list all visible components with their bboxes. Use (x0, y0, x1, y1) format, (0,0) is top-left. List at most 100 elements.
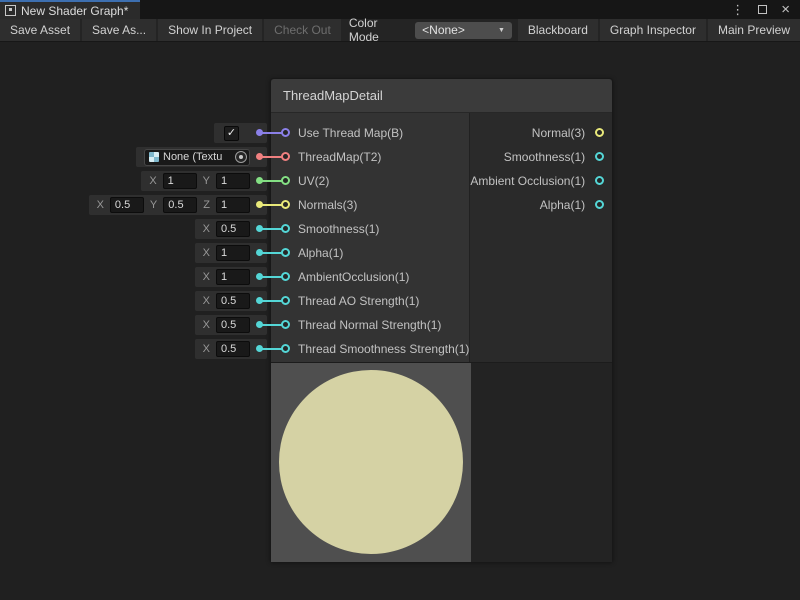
number-field[interactable]: 0.5 (216, 341, 250, 357)
port-dot (256, 153, 263, 160)
input-widget-panel: X1Y1 (141, 171, 267, 191)
preview-image (271, 363, 471, 562)
input-port[interactable] (281, 248, 290, 257)
toolbar-button-label: Save Asset (10, 23, 70, 37)
node-input-row: X1AmbientOcclusion(1) (271, 265, 469, 289)
port-dot (256, 321, 263, 328)
node-title: ThreadMapDetail (283, 88, 383, 103)
axis-label: Y (150, 199, 157, 211)
output-port-label: Alpha(1) (540, 198, 585, 212)
input-port-label: Use Thread Map(B) (298, 126, 403, 140)
input-port-label: Alpha(1) (298, 246, 343, 260)
output-port-label: Ambient Occlusion(1) (470, 174, 585, 188)
output-port[interactable] (595, 200, 604, 209)
node-preview (271, 362, 612, 562)
number-field[interactable]: 0.5 (110, 197, 144, 213)
number-field[interactable]: 1 (163, 173, 197, 189)
axis-label: Y (203, 175, 210, 187)
node-input-row: X0.5Thread AO Strength(1) (271, 289, 469, 313)
input-port[interactable] (281, 152, 290, 161)
node-title-bar[interactable]: ThreadMapDetail (271, 79, 612, 113)
node-output-column: Normal(3) Smoothness(1) Ambient Occlusion(… (470, 113, 612, 362)
number-field[interactable]: 0.5 (216, 293, 250, 309)
maximize-icon[interactable] (758, 5, 767, 14)
number-field[interactable]: 1 (216, 269, 250, 285)
input-port-label: Normals(3) (298, 198, 357, 212)
input-widget-panel: None (Textu (136, 147, 267, 167)
node-output-row: Alpha(1) (470, 193, 612, 217)
toolbar-button-graph-inspector[interactable]: Graph Inspector (600, 19, 706, 41)
input-port-label: UV(2) (298, 174, 329, 188)
output-port[interactable] (595, 152, 604, 161)
port-dot (256, 225, 263, 232)
output-port[interactable] (595, 128, 604, 137)
color-mode-label: Color Mode (349, 16, 407, 44)
input-port[interactable] (281, 200, 290, 209)
toolbar-button-main-preview[interactable]: Main Preview (708, 19, 800, 41)
toolbar-button-save-asset[interactable]: Save Asset (0, 19, 80, 41)
node-input-row: X1Y1UV(2) (271, 169, 469, 193)
close-icon[interactable]: × (781, 2, 790, 17)
port-dot (256, 345, 263, 352)
input-port[interactable] (281, 296, 290, 305)
input-widget-panel: X0.5Y0.5Z1 (89, 195, 267, 215)
preview-sphere (279, 370, 463, 554)
input-port[interactable] (281, 224, 290, 233)
toolbar-button-show-in-project[interactable]: Show In Project (158, 19, 262, 41)
input-port-label: Thread Smoothness Strength(1) (298, 342, 469, 356)
shader-graph-icon (5, 5, 16, 16)
texture-object-field[interactable]: None (Textu (144, 149, 250, 166)
number-field[interactable]: 0.5 (216, 317, 250, 333)
number-field[interactable]: 1 (216, 245, 250, 261)
port-dot (256, 177, 263, 184)
axis-label: X (149, 175, 156, 187)
node-output-row: Smoothness(1) (470, 145, 612, 169)
node-output-row: Ambient Occlusion(1) (470, 169, 612, 193)
number-field[interactable]: 0.5 (163, 197, 197, 213)
shader-graph-window: New Shader Graph* ⋮ × Save Asset Save As.… (0, 0, 800, 600)
object-field-value: None (Textu (163, 151, 231, 163)
toolbar-button-label: Graph Inspector (610, 23, 696, 37)
number-field[interactable]: 1 (216, 173, 250, 189)
output-port-label: Normal(3) (532, 126, 585, 140)
texture-checker-icon (149, 152, 159, 162)
more-options-icon[interactable]: ⋮ (731, 3, 744, 16)
color-mode-group: Color Mode <None> ▼ (343, 19, 516, 41)
tab-new-shader-graph[interactable]: New Shader Graph* (0, 0, 140, 19)
axis-label: X (97, 199, 104, 211)
axis-label: X (203, 223, 210, 235)
input-port[interactable] (281, 344, 290, 353)
toolbar-button-blackboard[interactable]: Blackboard (518, 19, 598, 41)
input-port[interactable] (281, 176, 290, 185)
number-field[interactable]: 1 (216, 197, 250, 213)
toolbar-button-label: Check Out (274, 23, 331, 37)
input-port[interactable] (281, 272, 290, 281)
node-input-row: X0.5Thread Smoothness Strength(1) (271, 337, 469, 361)
node-input-column: ✓Use Thread Map(B)None (TextuThreadMap(T… (271, 113, 470, 362)
checkbox[interactable]: ✓ (224, 126, 239, 141)
object-picker-icon[interactable] (235, 151, 247, 163)
toolbar-left-group: Save Asset Save As... Show In Project Check… (0, 19, 343, 41)
graph-toolbar: Save Asset Save As... Show In Project Check… (0, 19, 800, 42)
node-input-row: X0.5Thread Normal Strength(1) (271, 313, 469, 337)
node-body: ✓Use Thread Map(B)None (TextuThreadMap(T… (271, 113, 612, 362)
output-port-label: Smoothness(1) (504, 150, 585, 164)
color-mode-dropdown[interactable]: <None> ▼ (415, 22, 512, 39)
toolbar-button-label: Main Preview (718, 23, 790, 37)
node-input-row: X0.5Smoothness(1) (271, 217, 469, 241)
input-port-label: Thread AO Strength(1) (298, 294, 419, 308)
toolbar-button-label: Save As... (92, 23, 146, 37)
input-port[interactable] (281, 320, 290, 329)
number-field[interactable]: 0.5 (216, 221, 250, 237)
graph-canvas[interactable]: ThreadMapDetail ✓Use Thread Map(B)None (… (0, 42, 800, 600)
input-port-label: Thread Normal Strength(1) (298, 318, 441, 332)
axis-label: X (203, 247, 210, 259)
node-input-row: X1Alpha(1) (271, 241, 469, 265)
node-threadmapdetail[interactable]: ThreadMapDetail ✓Use Thread Map(B)None (… (270, 78, 613, 562)
input-port[interactable] (281, 128, 290, 137)
output-port[interactable] (595, 176, 604, 185)
axis-label: X (203, 295, 210, 307)
toolbar-button-save-as[interactable]: Save As... (82, 19, 156, 41)
toolbar-button-label: Show In Project (168, 23, 252, 37)
node-output-row: Normal(3) (470, 121, 612, 145)
